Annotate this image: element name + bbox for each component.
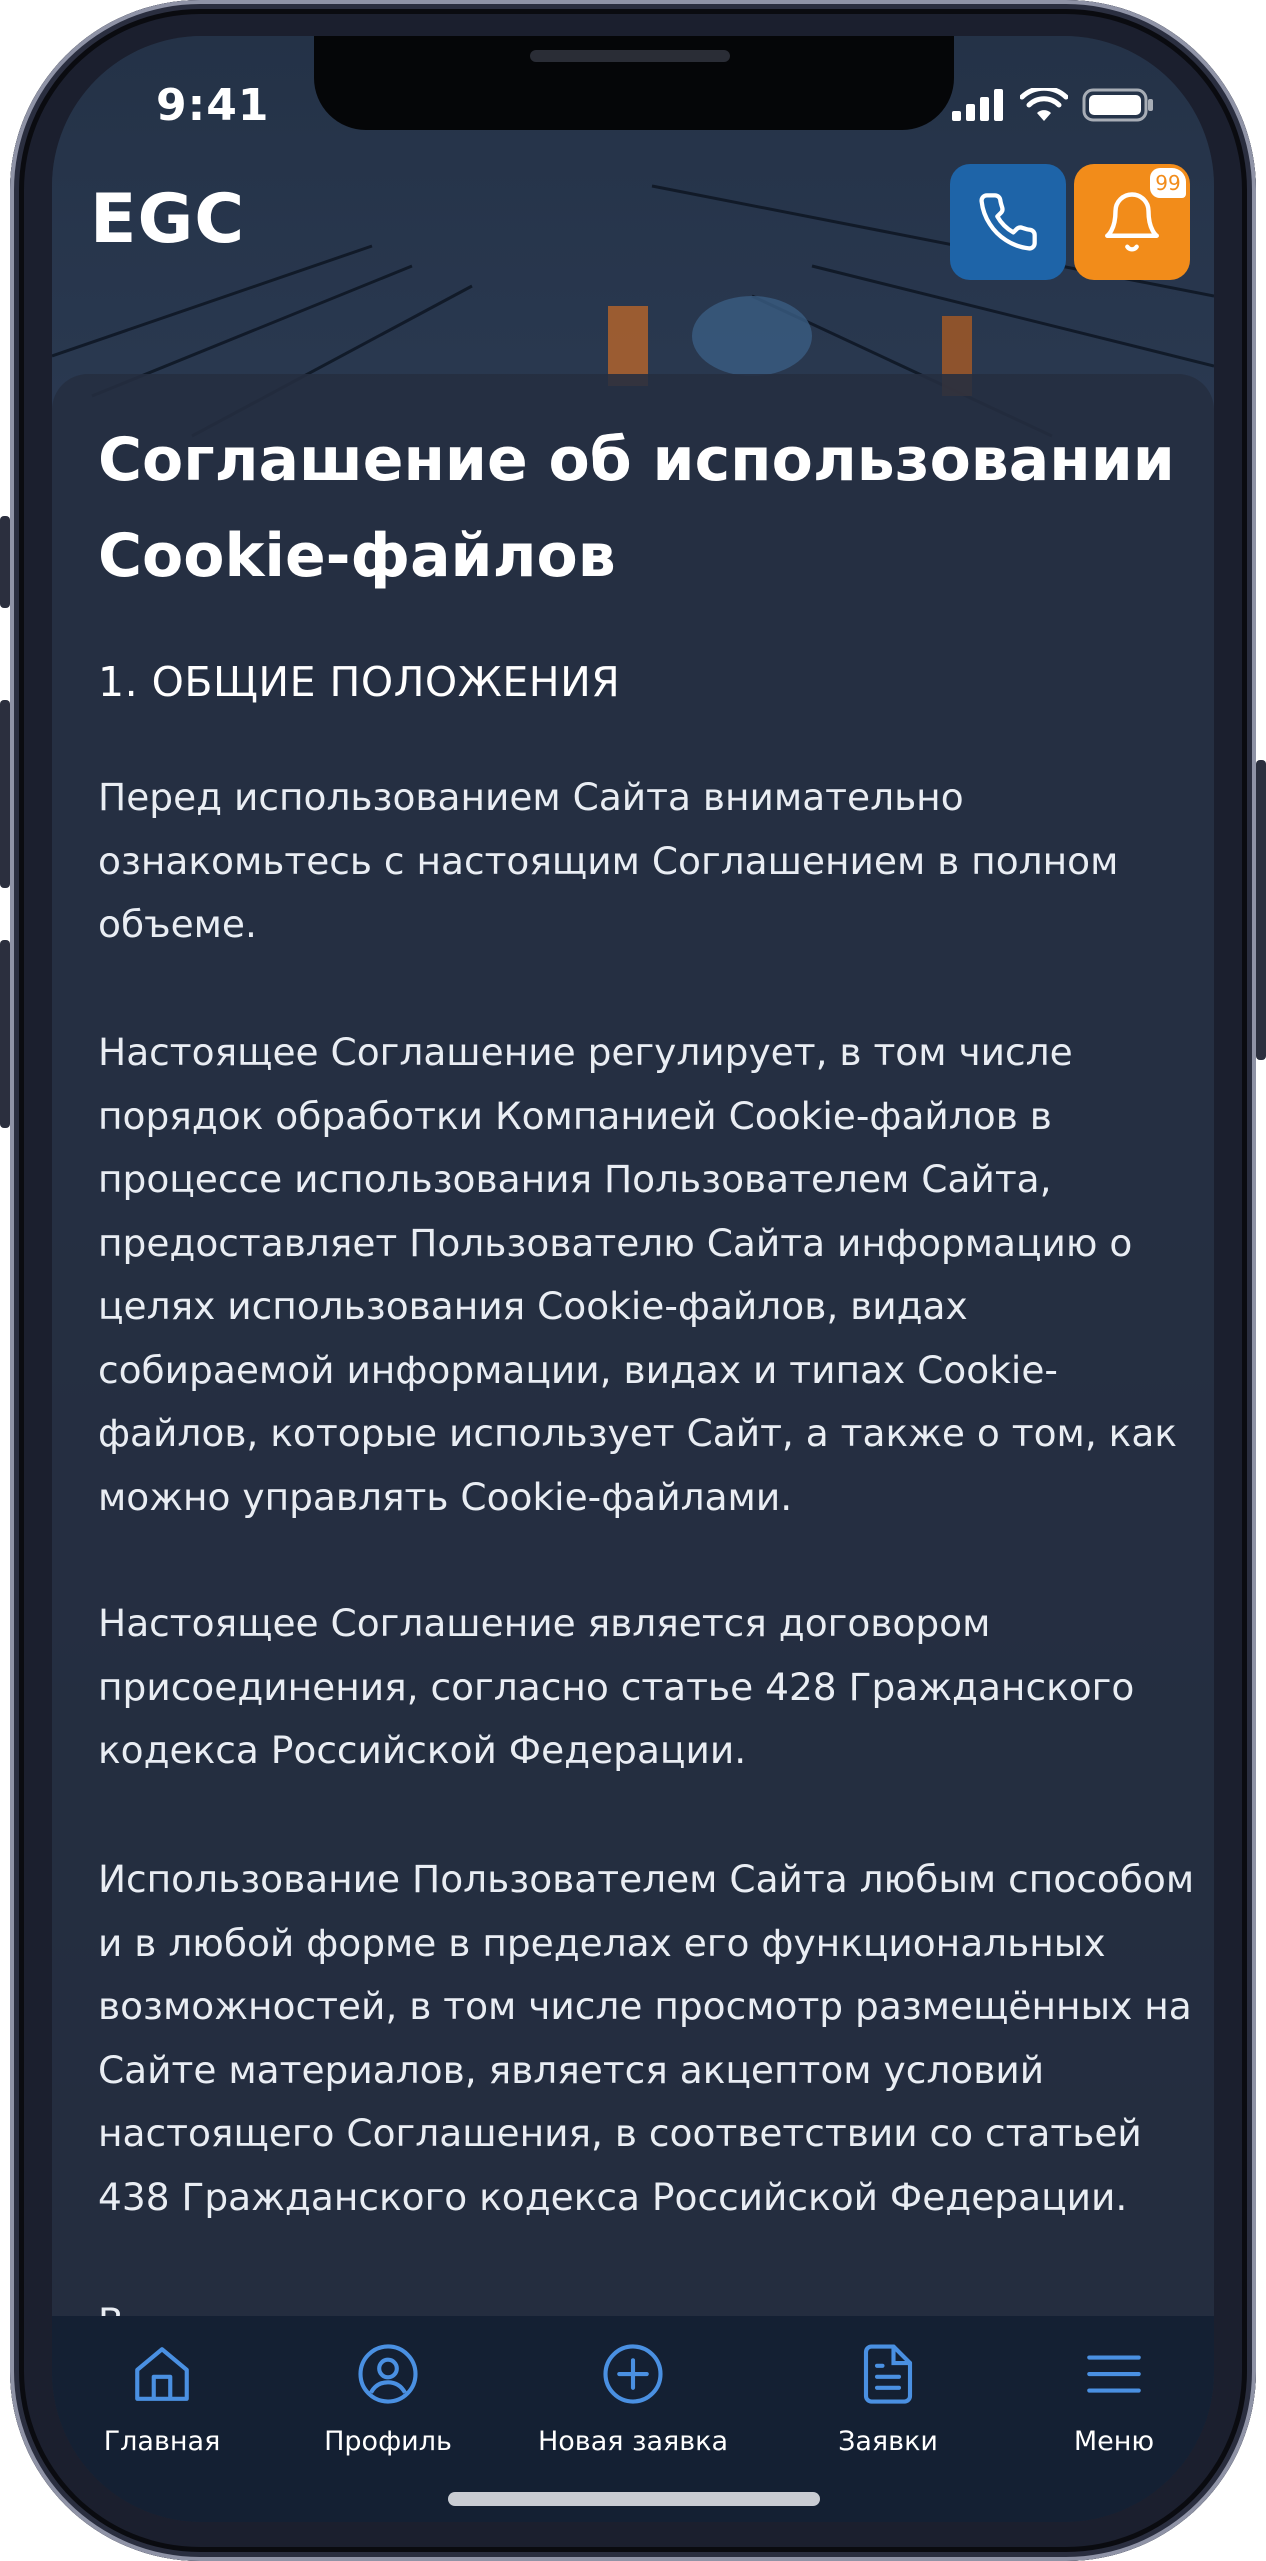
tab-requests[interactable]: Заявки bbox=[778, 2336, 998, 2457]
status-time: 9:41 bbox=[156, 80, 270, 131]
document-paragraph: Настоящее Соглашение является договором … bbox=[98, 1601, 1135, 1772]
speaker bbox=[530, 50, 730, 62]
notification-badge: 99 bbox=[1150, 168, 1186, 198]
document-icon bbox=[863, 2344, 913, 2404]
signal-icon bbox=[952, 89, 1003, 121]
side-button bbox=[0, 700, 10, 888]
app-title: EGC bbox=[90, 180, 246, 259]
notifications-button[interactable]: 99 bbox=[1074, 164, 1190, 280]
battery-icon bbox=[1082, 88, 1153, 122]
home-icon bbox=[135, 2347, 189, 2401]
document-paragraph: Перед использованием Сайта внимательно о… bbox=[98, 775, 1119, 946]
phone-screen: 9:41 EGC 99 Соглашение об использовании … bbox=[52, 36, 1214, 2522]
tab-new-request[interactable]: Новая заявка bbox=[528, 2336, 738, 2457]
side-button bbox=[0, 516, 10, 608]
tab-profile[interactable]: Профиль bbox=[278, 2336, 498, 2457]
home-indicator bbox=[448, 2492, 820, 2506]
tab-label: Главная bbox=[103, 2426, 221, 2457]
tab-label: Меню bbox=[1073, 2426, 1155, 2457]
bell-icon bbox=[1105, 192, 1159, 252]
profile-icon bbox=[358, 2344, 418, 2404]
side-button bbox=[1256, 760, 1266, 1060]
menu-icon bbox=[1087, 2355, 1141, 2393]
plus-circle-icon bbox=[603, 2344, 663, 2404]
tab-menu[interactable]: Меню bbox=[1004, 2336, 1214, 2457]
tab-label: Профиль bbox=[324, 2426, 452, 2457]
phone-icon bbox=[979, 193, 1037, 251]
call-button[interactable] bbox=[950, 164, 1066, 280]
section-title: 1. ОБЩИЕ ПОЛОЖЕНИЯ bbox=[98, 658, 621, 706]
tab-label: Новая заявка bbox=[537, 2426, 728, 2457]
document-paragraph: Использование Пользователем Сайта любым … bbox=[98, 1857, 1195, 2219]
document-paragraph: Настоящее Соглашение регулирует, в том ч… bbox=[98, 1030, 1177, 1519]
wifi-icon bbox=[1020, 88, 1068, 121]
document-title: Соглашение об использовании Cookie-файло… bbox=[98, 425, 1175, 591]
tab-home[interactable]: Главная bbox=[52, 2336, 272, 2457]
tab-label: Заявки bbox=[838, 2426, 938, 2457]
status-icons bbox=[952, 88, 1154, 122]
side-button bbox=[0, 940, 10, 1128]
